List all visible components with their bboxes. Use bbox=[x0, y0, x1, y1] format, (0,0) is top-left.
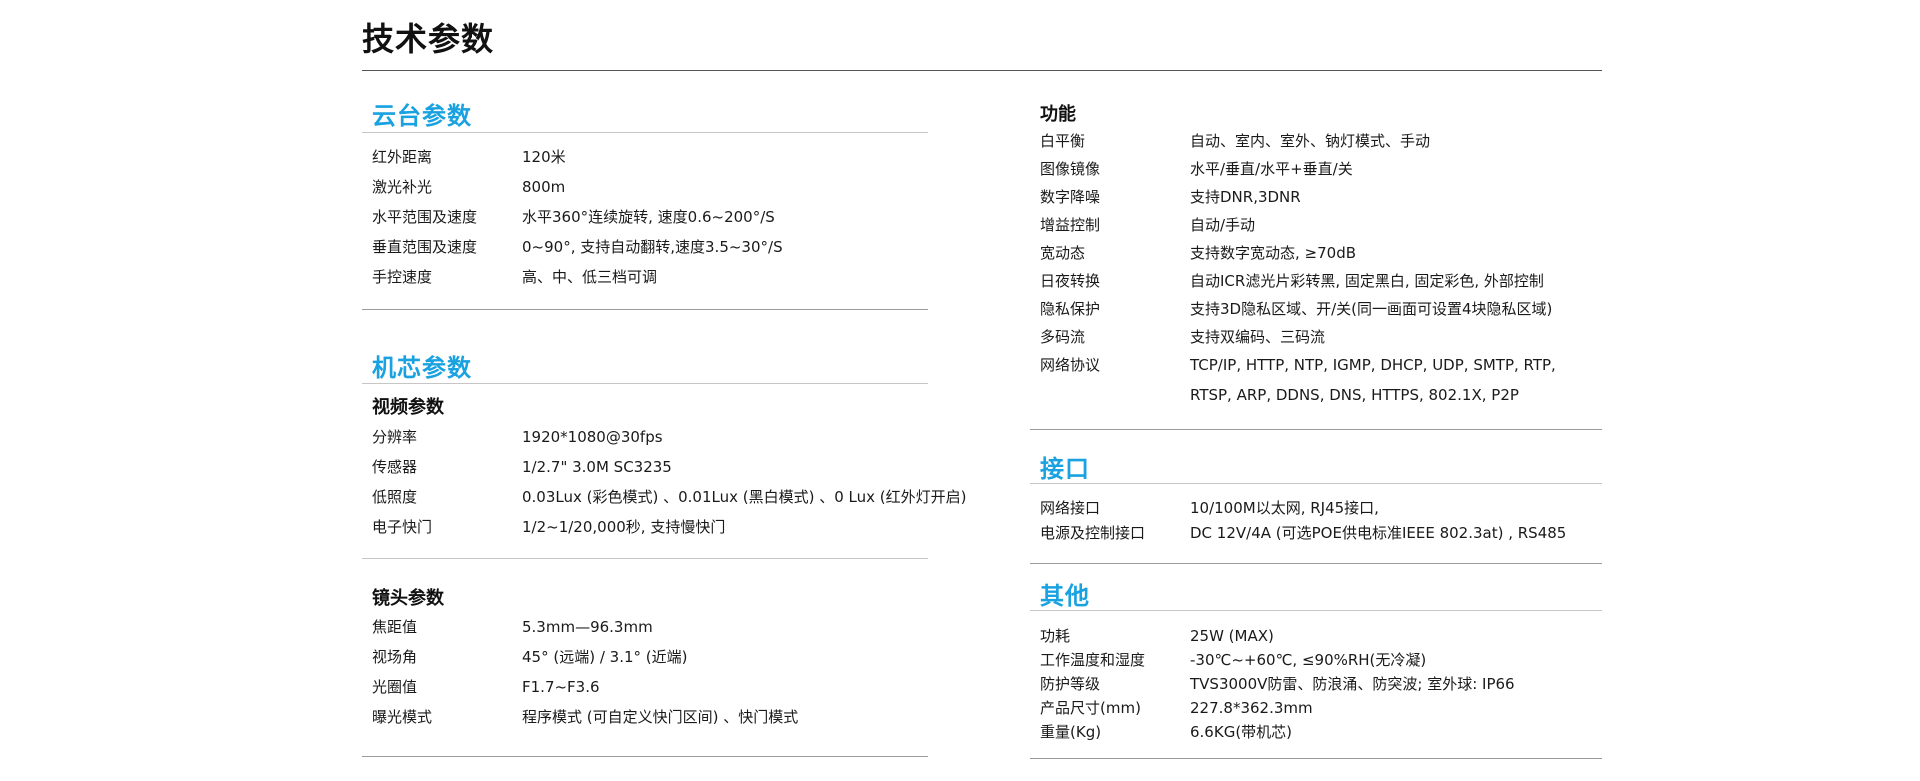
section-title-ptz: 云台参数 bbox=[372, 102, 472, 130]
spec-label: 数字降噪 bbox=[1040, 188, 1101, 206]
spec-value: F1.7~F3.6 bbox=[522, 678, 600, 696]
spec-label: 工作温度和湿度 bbox=[1040, 651, 1146, 669]
spec-value: 120米 bbox=[522, 148, 566, 166]
subsection-divider bbox=[362, 558, 928, 559]
title-divider bbox=[362, 70, 1602, 71]
section-end-divider bbox=[362, 756, 928, 757]
section-divider bbox=[1030, 483, 1602, 484]
spec-value: 227.8*362.3mm bbox=[1190, 699, 1313, 717]
spec-value: 5.3mm—96.3mm bbox=[522, 618, 653, 636]
spec-label: 日夜转换 bbox=[1040, 272, 1101, 290]
section-divider bbox=[1030, 610, 1602, 611]
spec-value: 800m bbox=[522, 178, 566, 196]
spec-value: -30℃~+60℃, ≤90%RH(无冷凝) bbox=[1190, 651, 1427, 669]
subsection-title-lens: 镜头参数 bbox=[372, 588, 444, 609]
spec-value: 水平/垂直/水平+垂直/关 bbox=[1190, 160, 1353, 178]
section-title-interface: 接口 bbox=[1040, 455, 1090, 483]
spec-value: 水平360°连续旋转, 速度0.6~200°/S bbox=[522, 208, 775, 226]
section-end-divider bbox=[362, 309, 928, 310]
spec-label: 手控速度 bbox=[372, 268, 433, 286]
spec-label: 激光补光 bbox=[372, 178, 433, 196]
spec-value: DC 12V/4A (可选POE供电标准IEEE 802.3at) , RS48… bbox=[1190, 524, 1567, 542]
section-title-function: 功能 bbox=[1040, 104, 1076, 125]
spec-label: 宽动态 bbox=[1040, 244, 1086, 262]
spec-label: 光圈值 bbox=[372, 678, 418, 696]
spec-value: RTSP, ARP, DDNS, DNS, HTTPS, 802.1X, P2P bbox=[1190, 386, 1519, 404]
spec-value: 25W (MAX) bbox=[1190, 627, 1274, 645]
spec-label: 多码流 bbox=[1040, 328, 1086, 346]
spec-value: TCP/IP, HTTP, NTP, IGMP, DHCP, UDP, SMTP… bbox=[1190, 356, 1556, 374]
section-title-other: 其他 bbox=[1040, 582, 1090, 610]
spec-label: 分辨率 bbox=[372, 428, 418, 446]
spec-value: 自动/手动 bbox=[1190, 216, 1256, 234]
section-title-core: 机芯参数 bbox=[372, 354, 472, 382]
spec-value: 45° (远端) / 3.1° (近端) bbox=[522, 648, 688, 666]
section-end-divider bbox=[1030, 758, 1602, 759]
spec-label: 功耗 bbox=[1040, 627, 1071, 645]
spec-value: 1920*1080@30fps bbox=[522, 428, 663, 446]
spec-value: 高、中、低三档可调 bbox=[522, 268, 658, 286]
spec-label: 网络协议 bbox=[1040, 356, 1101, 374]
section-divider bbox=[362, 383, 928, 384]
spec-value: 支持数字宽动态, ≥70dB bbox=[1190, 244, 1357, 262]
spec-value: 0~90°, 支持自动翻转,速度3.5~30°/S bbox=[522, 238, 783, 256]
spec-label: 隐私保护 bbox=[1040, 300, 1101, 318]
spec-value: 0.03Lux (彩色模式) 、0.01Lux (黑白模式) 、0 Lux (红… bbox=[522, 488, 967, 506]
spec-value: 支持3D隐私区域、开/关(同一画面可设置4块隐私区域) bbox=[1190, 300, 1553, 318]
spec-label: 图像镜像 bbox=[1040, 160, 1101, 178]
spec-value: 程序模式 (可自定义快门区间) 、快门模式 bbox=[522, 708, 799, 726]
spec-value: TVS3000V防雷、防浪涌、防突波; 室外球: IP66 bbox=[1190, 675, 1515, 693]
section-end-divider bbox=[1030, 563, 1602, 564]
spec-label: 传感器 bbox=[372, 458, 418, 476]
spec-label: 红外距离 bbox=[372, 148, 433, 166]
spec-label: 焦距值 bbox=[372, 618, 418, 636]
spec-label: 增益控制 bbox=[1040, 216, 1101, 234]
section-divider bbox=[362, 132, 928, 133]
spec-value: 10/100M以太网, RJ45接口, bbox=[1190, 499, 1379, 517]
spec-value: 1/2.7" 3.0M SC3235 bbox=[522, 458, 672, 476]
spec-value: 自动、室内、室外、钠灯模式、手动 bbox=[1190, 132, 1431, 150]
spec-label: 水平范围及速度 bbox=[372, 208, 478, 226]
spec-value: 支持双编码、三码流 bbox=[1190, 328, 1326, 346]
spec-label: 垂直范围及速度 bbox=[372, 238, 478, 256]
spec-label: 电子快门 bbox=[372, 518, 433, 536]
spec-label: 防护等级 bbox=[1040, 675, 1101, 693]
subsection-title-video: 视频参数 bbox=[372, 397, 444, 418]
spec-value: 支持DNR,3DNR bbox=[1190, 188, 1301, 206]
spec-value: 1/2~1/20,000秒, 支持慢快门 bbox=[522, 518, 726, 536]
page-title: 技术参数 bbox=[362, 20, 495, 58]
spec-label: 曝光模式 bbox=[372, 708, 433, 726]
spec-label: 重量(Kg) bbox=[1040, 723, 1102, 741]
spec-value: 6.6KG(带机芯) bbox=[1190, 723, 1293, 741]
spec-label: 视场角 bbox=[372, 648, 418, 666]
section-end-divider bbox=[1030, 429, 1602, 430]
spec-label: 低照度 bbox=[372, 488, 418, 506]
spec-label: 网络接口 bbox=[1040, 499, 1101, 517]
spec-label: 电源及控制接口 bbox=[1040, 524, 1146, 542]
spec-label: 产品尺寸(mm) bbox=[1040, 699, 1141, 717]
spec-value: 自动ICR滤光片彩转黑, 固定黑白, 固定彩色, 外部控制 bbox=[1190, 272, 1544, 290]
spec-label: 白平衡 bbox=[1040, 132, 1086, 150]
